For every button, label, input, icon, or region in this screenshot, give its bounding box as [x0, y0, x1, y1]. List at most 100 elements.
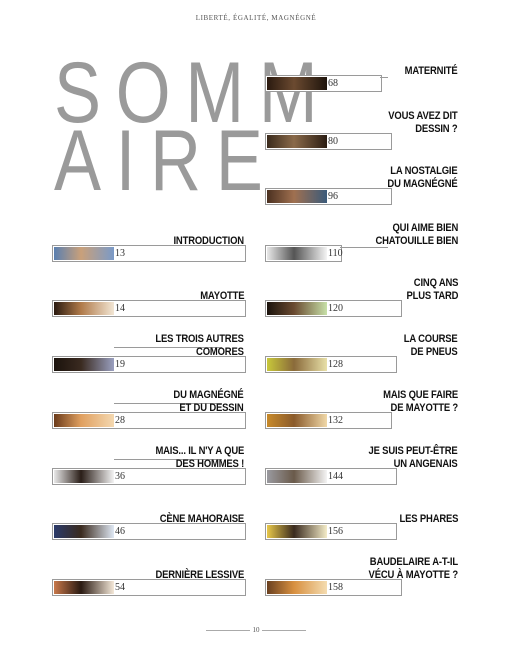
toc-entry-frame: 156 [265, 523, 397, 540]
toc-entry[interactable]: 28 DU MAGNÉGNÉ ET DU DESSIN [52, 389, 246, 429]
portrait-thumbnail [267, 247, 327, 260]
toc-entry-title-line: BAUDELAIRE A-T-IL [369, 556, 458, 568]
toc-entry-title-line: LES PHARES [399, 513, 458, 525]
page-number-ref: 132 [328, 415, 343, 426]
toc-entry-title-line: VOUS AVEZ DIT [388, 110, 458, 122]
toc-entry-title: DERNIÈRE LESSIVE [155, 569, 244, 582]
toc-entry-title-line: MATERNITÉ [405, 65, 458, 77]
toc-entry[interactable]: 158 BAUDELAIRE A-T-IL VÉCU À MAYOTTE ? [265, 556, 458, 596]
toc-entry-title: BAUDELAIRE A-T-IL VÉCU À MAYOTTE ? [368, 556, 459, 582]
toc-entry[interactable]: 110 QUI AIME BIEN CHATOUILLE BIEN [265, 222, 458, 262]
toc-entry-title: LES PHARES [399, 513, 458, 526]
toc-entry-title-line: MAIS... IL N'Y A QUE [155, 445, 244, 457]
toc-entry-frame: 120 [265, 300, 402, 317]
page-number-ref: 68 [328, 78, 338, 89]
toc-entry-title-line: DE PNEUS [411, 346, 458, 358]
toc-entry-title: CINQ ANS PLUS TARD [406, 277, 458, 303]
portrait-thumbnail [54, 247, 114, 260]
toc-entry[interactable]: 54 DERNIÈRE LESSIVE [52, 556, 246, 596]
portrait-thumbnail [267, 358, 327, 371]
toc-entry-title-line: MAYOTTE [199, 290, 244, 302]
toc-entry[interactable]: 46 CÈNE MAHORAISE [52, 500, 246, 540]
toc-entry-title-line: DU MAGNÉGNÉ [173, 389, 244, 401]
toc-entry-title-line: COMORES [196, 346, 244, 358]
toc-entry[interactable]: 14 MAYOTTE [52, 277, 246, 317]
toc-entry-frame: 96 [265, 188, 392, 205]
toc-entry-title-line: VÉCU À MAYOTTE ? [368, 569, 459, 581]
toc-entry-title: INTRODUCTION [173, 235, 245, 248]
portrait-thumbnail [267, 414, 327, 427]
toc-entry-title: MAIS QUE FAIRE DE MAYOTTE ? [383, 389, 458, 415]
portrait-thumbnail [267, 470, 327, 483]
page-number-ref: 46 [115, 526, 125, 537]
portrait-thumbnail [267, 302, 327, 315]
toc-entry-frame: 110 [265, 245, 343, 262]
page-number-ref: 54 [115, 582, 125, 593]
portrait-thumbnail [54, 470, 114, 483]
toc-entry-title-line: CÈNE MAHORAISE [159, 513, 244, 525]
portrait-thumbnail [54, 358, 114, 371]
page-number-ref: 36 [115, 471, 125, 482]
folio-rule-right [262, 630, 306, 631]
toc-entry-title: CÈNE MAHORAISE [160, 513, 244, 526]
toc-entry[interactable]: 128 LA COURSE DE PNEUS [265, 333, 458, 373]
portrait-thumbnail [267, 581, 327, 594]
toc-entry-title-line: UN ANGENAIS [394, 458, 458, 470]
portrait-thumbnail [54, 581, 114, 594]
toc-entry[interactable]: 68 MATERNITÉ [265, 52, 458, 92]
page-number-ref: 96 [328, 191, 338, 202]
page-number: 10 [252, 626, 260, 634]
portrait-thumbnail [54, 414, 114, 427]
toc-entry[interactable]: 156 LES PHARES [265, 500, 458, 540]
toc-entry-title-line: MAIS QUE FAIRE [383, 389, 458, 401]
portrait-thumbnail [267, 135, 327, 148]
toc-entry-frame: 68 [265, 75, 382, 92]
toc-entry[interactable]: 120 CINQ ANS PLUS TARD [265, 277, 458, 317]
page-number-ref: 128 [328, 359, 343, 370]
toc-entry-title-line: DE MAYOTTE ? [390, 402, 459, 414]
toc-entry-title-line: DU MAGNÉGNÉ [387, 178, 458, 190]
portrait-thumbnail [267, 190, 327, 203]
toc-entry-title: LA NOSTALGIE DU MAGNÉGNÉ [388, 165, 458, 191]
toc-entry-title: JE SUIS PEUT-ÊTRE UN ANGENAIS [369, 445, 458, 471]
portrait-thumbnail [54, 302, 114, 315]
page-number-ref: 19 [115, 359, 125, 370]
toc-entry-title-line: LA COURSE [404, 333, 458, 345]
portrait-thumbnail [267, 77, 327, 90]
toc-entry-title-line: DERNIÈRE LESSIVE [155, 569, 244, 581]
toc-entry-title: MATERNITÉ [405, 65, 458, 78]
running-head: LIBERTÉ, ÉGALITÉ, MAGNÉGNÉ [195, 14, 317, 22]
toc-entry-title-line: LES TROIS AUTRES [155, 333, 245, 345]
page-number-ref: 120 [328, 303, 343, 314]
page-number-ref: 28 [115, 415, 125, 426]
toc-entry-title-line: DESSIN ? [415, 123, 458, 135]
toc-entry[interactable]: 19 LES TROIS AUTRES COMORES [52, 333, 246, 373]
toc-entry[interactable]: 132 MAIS QUE FAIRE DE MAYOTTE ? [265, 389, 458, 429]
toc-entry-frame: 80 [265, 133, 392, 150]
toc-entry[interactable]: 13 INTRODUCTION [52, 222, 246, 262]
toc-entry-frame: 128 [265, 356, 397, 373]
page-number-ref: 144 [328, 471, 343, 482]
page-number-ref: 156 [328, 526, 343, 537]
toc-entry[interactable]: 80 VOUS AVEZ DIT DESSIN ? [265, 110, 458, 150]
toc-entry-title: LA COURSE DE PNEUS [404, 333, 458, 359]
page-number-ref: 80 [328, 136, 338, 147]
page-number-ref: 13 [115, 248, 125, 259]
page-number-ref: 158 [328, 582, 343, 593]
toc-entry[interactable]: 96 LA NOSTALGIE DU MAGNÉGNÉ [265, 165, 458, 205]
page-title-line-2: AIRE [54, 113, 278, 209]
toc-entry-frame: 132 [265, 412, 392, 429]
portrait-thumbnail [267, 525, 327, 538]
toc-entry-title: DU MAGNÉGNÉ ET DU DESSIN [174, 389, 244, 415]
leader-rule [380, 77, 388, 78]
toc-entry-title-line: JE SUIS PEUT-ÊTRE [368, 445, 458, 457]
toc-entry-title-line: CHATOUILLE BIEN [375, 235, 458, 247]
toc-entry-title-line: CINQ ANS [413, 277, 458, 289]
page-number-ref: 110 [328, 248, 343, 259]
page-number-ref: 14 [115, 303, 125, 314]
toc-entry-title-line: INTRODUCTION [173, 235, 245, 247]
toc-entry[interactable]: 36 MAIS... IL N'Y A QUE DES HOMMES ! [52, 445, 246, 485]
toc-entry-title-line: DES HOMMES ! [175, 458, 245, 470]
toc-entry[interactable]: 144 JE SUIS PEUT-ÊTRE UN ANGENAIS [265, 445, 458, 485]
toc-entry-title-line: LA NOSTALGIE [390, 165, 458, 177]
